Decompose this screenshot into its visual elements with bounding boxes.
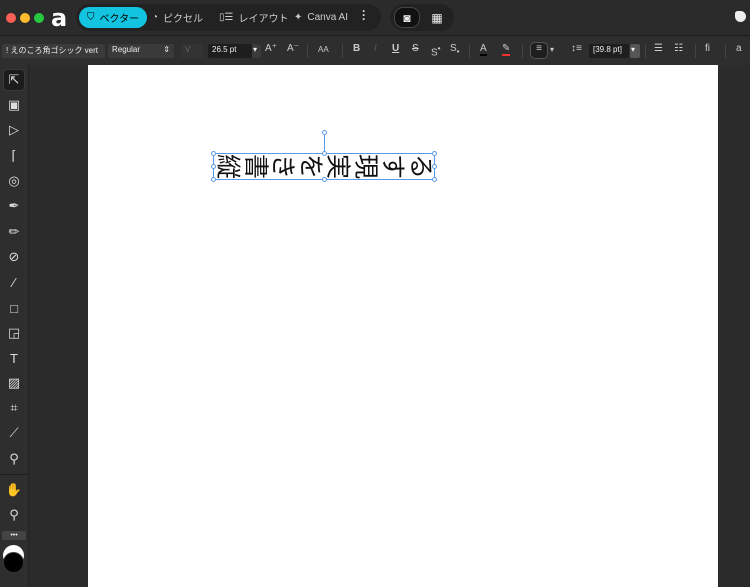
crop-icon[interactable]: ⌗ bbox=[3, 397, 25, 419]
studio-group: ◙ ▦ bbox=[390, 4, 454, 31]
artboard-icon[interactable]: ▣ bbox=[3, 94, 25, 116]
corner-icon[interactable]: ⌈ bbox=[3, 145, 25, 167]
resize-handle[interactable] bbox=[211, 151, 216, 156]
node-icon[interactable]: ▷ bbox=[3, 119, 25, 141]
divider bbox=[725, 44, 726, 58]
resize-handle[interactable] bbox=[432, 151, 437, 156]
persona-canva-ai[interactable]: ✦ Canva AI bbox=[286, 7, 356, 28]
align-left-icon[interactable]: ≡ bbox=[530, 42, 548, 59]
subscript-button[interactable]: S• bbox=[450, 43, 460, 56]
leading-dropdown[interactable]: ▾ bbox=[630, 44, 640, 58]
grid-icon: ▦ bbox=[431, 10, 443, 25]
glyph-browser-button[interactable]: a bbox=[736, 43, 742, 54]
context-toolbar: ! えのころ角ゴシック vert Regular ⇕ V 26.5 pt ▾ A… bbox=[0, 37, 750, 65]
leading-input[interactable]: [39.8 pt] bbox=[589, 44, 629, 58]
resize-handle[interactable] bbox=[211, 177, 216, 182]
updown-icon: ⇕ bbox=[163, 45, 170, 54]
persona-pixel[interactable]: ◔ ピクセル bbox=[144, 7, 211, 28]
hand-icon[interactable]: ✋ bbox=[3, 479, 25, 501]
zoom-icon[interactable]: ⚲ bbox=[3, 504, 25, 526]
text-content[interactable]: 縦書きを実現する bbox=[213, 153, 435, 179]
resize-handle[interactable] bbox=[211, 164, 216, 169]
resize-handle[interactable] bbox=[322, 177, 327, 182]
divider bbox=[645, 44, 646, 58]
point-transform-icon[interactable]: ◎ bbox=[3, 170, 25, 192]
kerning-field[interactable]: V bbox=[181, 44, 203, 58]
more-tools-button[interactable]: ••• bbox=[2, 531, 26, 540]
persona-layout[interactable]: ▯☰ レイアウト bbox=[211, 7, 296, 28]
stroke-swatch[interactable] bbox=[3, 552, 24, 573]
text-glyph: き bbox=[268, 153, 298, 179]
maximize-window-button[interactable] bbox=[34, 13, 44, 23]
pen-icon[interactable]: ✒ bbox=[3, 195, 25, 217]
grid-studio-button[interactable]: ▦ bbox=[424, 7, 450, 28]
divider bbox=[695, 44, 696, 58]
case-button[interactable]: AA bbox=[318, 45, 329, 54]
text-studio-button[interactable]: ◙ bbox=[394, 7, 420, 28]
persona-switcher: ⛉ ベクター ◔ ピクセル ▯☰ レイアウト ✦ Canva AI bbox=[76, 4, 381, 31]
bullet-list-icon[interactable]: ☰ bbox=[654, 43, 663, 54]
minimize-window-button[interactable] bbox=[20, 13, 30, 23]
resize-handle[interactable] bbox=[322, 151, 327, 156]
highlight-color-icon[interactable]: ✎ bbox=[502, 43, 511, 56]
image-icon[interactable]: ▨ bbox=[3, 372, 25, 394]
fill-icon[interactable]: ⁄ bbox=[3, 271, 25, 293]
share-icon[interactable] bbox=[735, 11, 746, 22]
vector-brush-icon[interactable]: ⊘ bbox=[3, 246, 25, 268]
divider bbox=[0, 474, 28, 475]
text-color-icon[interactable]: A bbox=[480, 43, 487, 56]
pencil-icon[interactable]: ✏ bbox=[3, 221, 25, 243]
layout-icon: ▯☰ bbox=[219, 12, 234, 23]
text-glyph: 縦 bbox=[213, 153, 243, 179]
font-style-select[interactable]: Regular ⇕ bbox=[108, 44, 174, 58]
document-canvas[interactable]: 縦書きを実現する bbox=[88, 65, 718, 587]
vector-icon: ⛉ bbox=[87, 12, 95, 23]
underline-button[interactable]: U bbox=[392, 43, 399, 54]
numbered-list-icon[interactable]: ☷ bbox=[674, 43, 683, 54]
frame-text-icon[interactable]: T bbox=[3, 347, 25, 369]
font-size-dropdown[interactable]: ▾ bbox=[252, 44, 261, 58]
text-glyph: を bbox=[295, 153, 325, 179]
text-glyph: す bbox=[378, 153, 408, 179]
superscript-button[interactable]: S• bbox=[431, 43, 441, 58]
divider bbox=[522, 44, 523, 58]
text-frame[interactable]: 縦書きを実現する bbox=[213, 153, 435, 180]
rotation-handle[interactable] bbox=[322, 130, 327, 135]
measure-icon[interactable]: ⟋ bbox=[3, 422, 25, 444]
resize-handle[interactable] bbox=[432, 177, 437, 182]
rectangle-icon[interactable]: □ bbox=[3, 297, 25, 319]
font-family-select[interactable]: ! えのころ角ゴシック vert bbox=[2, 44, 105, 58]
italic-button[interactable]: I bbox=[374, 43, 377, 54]
leading-icon: ↕≡ bbox=[571, 43, 582, 54]
divider bbox=[469, 44, 470, 58]
marquee-icon[interactable]: ◲ bbox=[3, 322, 25, 344]
resize-handle[interactable] bbox=[432, 164, 437, 169]
ligature-button[interactable]: fi bbox=[705, 43, 710, 54]
font-size-input[interactable]: 26.5 pt bbox=[208, 44, 252, 58]
persona-vector[interactable]: ⛉ ベクター bbox=[79, 7, 148, 28]
title-bar: a ⛉ ベクター ◔ ピクセル ▯☰ レイアウト ✦ Canva AI · · · ◙ ▦ bbox=[0, 0, 750, 36]
text-frame-icon: ◙ bbox=[403, 10, 411, 25]
decrease-font-size-button[interactable]: A⁻ bbox=[287, 43, 299, 54]
pointer-icon[interactable]: ⇱ bbox=[3, 69, 25, 91]
strikethrough-button[interactable]: S bbox=[412, 43, 419, 54]
text-glyph: る bbox=[405, 153, 435, 179]
text-glyph: 書 bbox=[240, 153, 270, 179]
more-menu-icon[interactable]: · · · bbox=[362, 5, 366, 25]
color-picker-icon[interactable]: ⚲ bbox=[3, 448, 25, 470]
pixel-icon: ◔ bbox=[152, 12, 159, 23]
close-window-button[interactable] bbox=[6, 13, 16, 23]
align-dropdown-icon[interactable]: ▾ bbox=[550, 45, 554, 54]
text-glyph: 実 bbox=[323, 153, 353, 179]
sparkle-icon: ✦ bbox=[294, 12, 303, 23]
bold-button[interactable]: B bbox=[353, 43, 360, 54]
increase-font-size-button[interactable]: A⁺ bbox=[265, 43, 277, 54]
divider bbox=[307, 44, 308, 58]
divider bbox=[342, 44, 343, 58]
tools-panel: ⇱ ▣ ▷ ⌈ ◎ ✒ ✏ ⊘ ⁄ □ ◲ T ▨ ⌗ ⟋ ⚲ ✋ ⚲ ••• bbox=[0, 65, 29, 587]
text-glyph: 現 bbox=[350, 153, 380, 179]
affinity-logo-icon: a bbox=[51, 4, 68, 32]
